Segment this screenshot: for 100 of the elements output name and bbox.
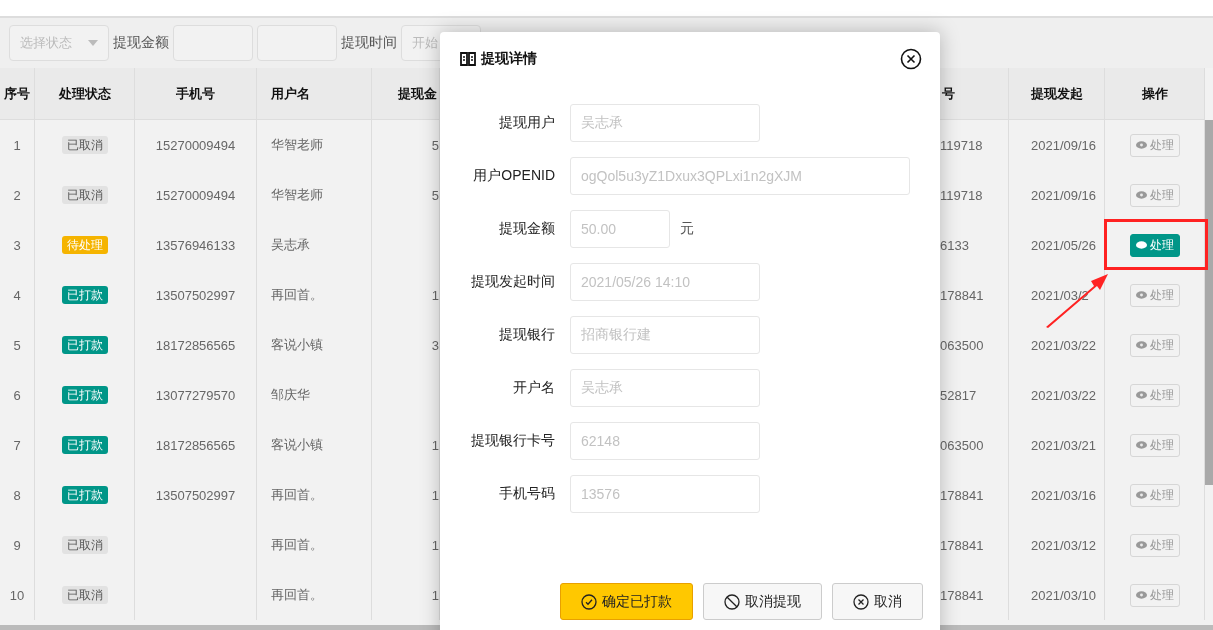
table-cell: 119718 [940, 187, 983, 203]
table-cell: 再回首。 [271, 536, 323, 554]
table-cell: 10 [0, 570, 35, 620]
table-cell: 4 [0, 270, 35, 320]
table-cell: 3 [0, 220, 35, 270]
table-cell: 119718 [940, 137, 983, 153]
table-cell: 2021/03/16 [1031, 487, 1097, 503]
table-cell: 2021/09/16 [1031, 187, 1097, 203]
table-cell: 1 [431, 587, 439, 603]
table-cell: 2021/03/21 [1031, 437, 1097, 453]
table-cell: 18172856565 [155, 337, 236, 353]
table-cell: 3 [431, 337, 439, 353]
table-cell: 5 [431, 187, 439, 203]
eye-icon [1135, 141, 1147, 149]
table-cell: 邹庆华 [271, 386, 310, 404]
table-cell: 18172856565 [155, 437, 236, 453]
table-cell: 063500 [940, 337, 984, 353]
table-cell: 2 [0, 170, 35, 220]
cancel-withdrawal-button[interactable]: 取消提现 [703, 583, 822, 620]
eye-icon [1135, 341, 1147, 349]
input-field[interactable]: 50.00 [570, 210, 670, 248]
table-cell: 6133 [940, 237, 969, 253]
table-cell: 2021/03/12 [1031, 537, 1097, 553]
table-cell: 178841 [940, 487, 984, 503]
table-cell: 吴志承 [271, 236, 310, 254]
eye-icon [1135, 241, 1147, 249]
eye-icon [1135, 391, 1147, 399]
table-cell: 5 [431, 137, 439, 153]
table-cell: 178841 [940, 537, 984, 553]
process-button[interactable]: 处理 [1129, 233, 1180, 257]
status-badge: 已取消 [61, 536, 108, 554]
table-cell: 6 [0, 370, 35, 420]
status-badge: 已打款 [61, 286, 108, 304]
vertical-scrollbar[interactable] [1205, 120, 1213, 485]
table-cell: 再回首。 [271, 586, 323, 604]
table-cell: 063500 [940, 437, 984, 453]
check-circle-icon [581, 593, 597, 610]
eye-icon [1135, 291, 1147, 299]
close-icon[interactable] [900, 48, 922, 70]
table-cell: 1 [431, 437, 439, 453]
table-cell: 1 [431, 537, 439, 553]
field-label: 提现银行 [498, 326, 556, 344]
field-label: 用户OPENID [472, 167, 556, 185]
input-field[interactable]: 62148 [570, 422, 760, 460]
table-cell: 2021/03/22 [1031, 337, 1097, 353]
cancel-button[interactable]: 取消 [832, 583, 923, 620]
time-label: 提现时间 [341, 34, 397, 52]
table-cell: 8 [0, 470, 35, 520]
table-cell: 2021/05/26 [1031, 237, 1097, 253]
status-badge: 已打款 [61, 386, 108, 404]
table-cell: 52817 [940, 387, 977, 403]
unit-label: 元 [680, 220, 694, 238]
column-header: 操作 [1105, 68, 1205, 120]
column-header: 序号 [0, 68, 35, 120]
table-cell: 13576946133 [155, 237, 236, 253]
input-field[interactable]: 吴志承 [570, 369, 760, 407]
status-badge: 已取消 [61, 186, 108, 204]
status-badge: 已取消 [61, 136, 108, 154]
amount-label: 提现金额 [113, 34, 169, 52]
field-label: 开户名 [512, 379, 556, 397]
table-cell: 华智老师 [271, 186, 323, 204]
column-header: 用户名 [257, 68, 372, 120]
table-cell: 2021/09/16 [1031, 137, 1097, 153]
table-cell: 客说小镇 [271, 336, 323, 354]
input-field[interactable]: 2021/05/26 14:10 [570, 263, 760, 301]
prohibited-icon [724, 593, 740, 610]
field-label: 提现银行卡号 [470, 432, 556, 450]
input-field[interactable]: 13576 [570, 475, 760, 513]
column-header: 号 [940, 68, 1009, 120]
column-header: 手机号 [135, 68, 257, 120]
eye-icon [1135, 591, 1147, 599]
column-header: 提现金 [372, 68, 440, 120]
table-cell: 13507502997 [155, 287, 236, 303]
table-cell: 再回首。 [271, 486, 323, 504]
table-cell: 15270009494 [155, 137, 236, 153]
book-icon [460, 52, 476, 66]
input-field[interactable]: 吴志承 [570, 104, 760, 142]
input-field[interactable]: ogQol5u3yZ1Dxux3QPLxi1n2gXJM [570, 157, 910, 195]
table-cell: 13507502997 [155, 487, 236, 503]
field-label: 提现发起时间 [470, 273, 556, 291]
table-cell: 5 [0, 320, 35, 370]
dialog-title: 提现详情 [481, 50, 537, 68]
table-cell: 2021/03/22 [1031, 387, 1097, 403]
table-cell: 15270009494 [155, 187, 236, 203]
table-cell: 7 [0, 420, 35, 470]
table-cell: 178841 [940, 287, 984, 303]
column-header: 提现发起 [1009, 68, 1105, 120]
status-badge: 已取消 [61, 586, 108, 604]
close-circle-icon [853, 593, 869, 610]
table-cell: 再回首。 [271, 286, 323, 304]
table-cell: 1 [0, 120, 35, 170]
table-cell: 178841 [940, 587, 984, 603]
table-cell: 13077279570 [155, 387, 236, 403]
table-cell: 1 [431, 487, 439, 503]
confirm-paid-button[interactable]: 确定已打款 [560, 583, 693, 620]
table-cell: 2021/03/10 [1031, 587, 1097, 603]
eye-icon [1135, 541, 1147, 549]
table-cell: 华智老师 [271, 136, 323, 154]
field-label: 手机号码 [498, 485, 556, 503]
status-badge: 已打款 [61, 336, 108, 354]
